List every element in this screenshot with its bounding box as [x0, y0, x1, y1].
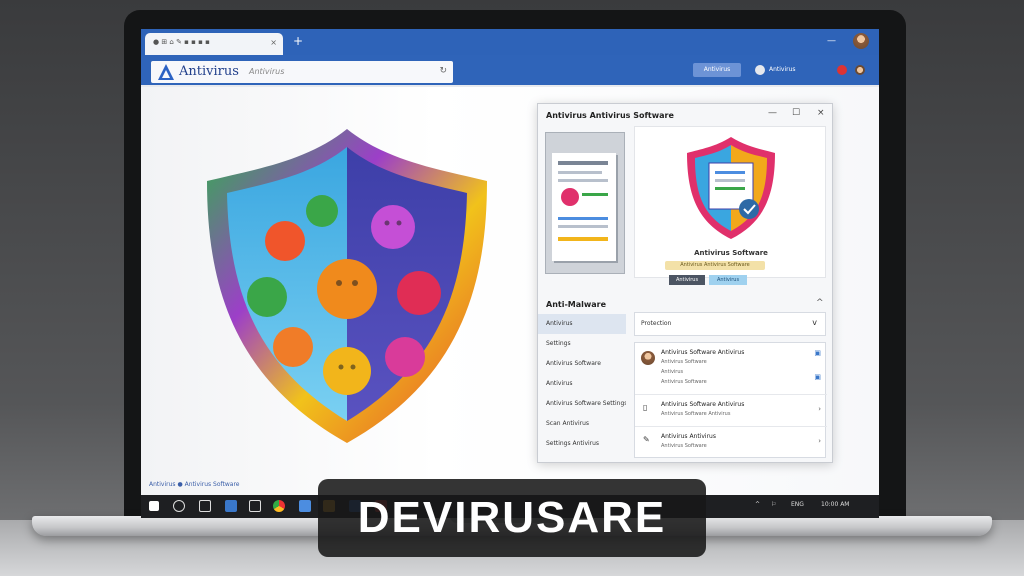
- collapse-chevron-icon[interactable]: ^: [816, 298, 824, 308]
- dialog-minimize-icon[interactable]: —: [768, 108, 777, 118]
- list-item-subtitle: Antivirus Software: [661, 443, 707, 449]
- section-title: Anti-Malware: [546, 300, 607, 309]
- tab-close-icon[interactable]: ×: [270, 38, 277, 47]
- app-icon[interactable]: [299, 500, 311, 512]
- browser-tab[interactable]: ● ⊞ ⌂ ✎ ▪ ▪ ▪ ▪ ×: [145, 33, 283, 55]
- sidebar-item-antivirus-2[interactable]: Antivirus: [538, 374, 626, 394]
- browser-icon[interactable]: [273, 500, 285, 512]
- list-item-subtitle: Antivirus Software Antivirus: [661, 411, 731, 417]
- search-icon[interactable]: [173, 500, 185, 512]
- preview-panel: Antivirus Software Antivirus Antivirus S…: [634, 126, 826, 285]
- chevron-right-icon[interactable]: ›: [818, 405, 821, 413]
- chevron-right-icon[interactable]: ›: [818, 437, 821, 445]
- minimize-icon[interactable]: —: [827, 36, 836, 46]
- sidebar-item-antivirus[interactable]: Antivirus: [538, 314, 626, 334]
- logo-text: Antivirus: [179, 64, 239, 79]
- dropdown-label: Protection: [641, 320, 672, 327]
- list-item-title: Antivirus Software Antivirus: [661, 349, 745, 356]
- list-item-title: Antivirus Antivirus: [661, 433, 716, 440]
- notification-icon[interactable]: [755, 65, 765, 75]
- tray-expand-icon[interactable]: ^: [755, 501, 760, 508]
- tab-label: ● ⊞ ⌂ ✎ ▪ ▪ ▪ ▪: [153, 38, 210, 46]
- list-item[interactable]: ▯ Antivirus Software Antivirus Antivirus…: [635, 395, 827, 427]
- chevron-down-icon: v: [812, 318, 817, 327]
- list-item-subtitle: Antivirus: [661, 369, 684, 375]
- shield-document-icon: [687, 137, 775, 239]
- sidebar-item-software[interactable]: Antivirus Software: [538, 354, 626, 374]
- document-page: [552, 153, 616, 261]
- preview-banner: Antivirus Antivirus Software: [665, 261, 765, 270]
- caption-overlay: DEVIRUSARE: [318, 479, 706, 557]
- task-view-icon[interactable]: [199, 500, 211, 512]
- laptop-screen: ● ⊞ ⌂ ✎ ▪ ▪ ▪ ▪ × + — Antivirus Antiviru…: [141, 29, 879, 518]
- dialog-maximize-icon[interactable]: ☐: [792, 108, 800, 118]
- caption-text: DEVIRUSARE: [357, 493, 667, 542]
- antivirus-dialog: Antivirus Antivirus Software — ☐ × Antiv…: [537, 103, 833, 463]
- scan-document-icon: [558, 161, 608, 241]
- list-item-title: Antivirus Software Antivirus: [661, 401, 745, 408]
- clock[interactable]: 10:00 AM: [821, 501, 849, 508]
- preview-title: Antivirus Software: [694, 249, 768, 257]
- page-content: Antivirus Antivirus Software — ☐ × Antiv…: [141, 87, 879, 495]
- network-icon[interactable]: ⚐: [771, 501, 776, 508]
- toolbar-button[interactable]: Antivirus: [693, 63, 741, 77]
- browser-tab-bar: ● ⊞ ⌂ ✎ ▪ ▪ ▪ ▪ × + —: [141, 29, 879, 55]
- document-icon: ▯: [643, 403, 648, 412]
- dialog-title: Antivirus Antivirus Software: [546, 111, 674, 120]
- list-item-subtitle: Antivirus Software: [661, 359, 707, 365]
- preview-primary-button[interactable]: Antivirus: [669, 275, 705, 285]
- sidebar-item-software-settings[interactable]: Antivirus Software Settings: [538, 394, 626, 414]
- dialog-close-icon[interactable]: ×: [817, 108, 825, 118]
- app-icon[interactable]: [249, 500, 261, 512]
- preview-secondary-button[interactable]: Antivirus: [709, 275, 747, 285]
- avatar: [641, 351, 655, 365]
- edit-icon: ✎: [643, 435, 650, 444]
- info-icon[interactable]: ▣: [814, 349, 821, 357]
- profile-avatar[interactable]: [855, 65, 865, 75]
- footer-note: Antivirus ● Antivirus Software: [149, 481, 240, 488]
- protection-list: Antivirus Software Antivirus Antivirus S…: [634, 342, 827, 459]
- list-item[interactable]: ✎ Antivirus Antivirus Antivirus Software…: [635, 427, 827, 459]
- antivirus-logo-icon: [158, 64, 174, 80]
- app-icon[interactable]: [225, 500, 237, 512]
- start-icon[interactable]: [149, 501, 159, 511]
- shield-virus-illustration: [207, 129, 487, 443]
- list-item-subtitle: Antivirus Software: [661, 379, 707, 385]
- record-icon[interactable]: [837, 65, 847, 75]
- new-tab-button[interactable]: +: [293, 34, 303, 48]
- toolbar-link-1[interactable]: Antivirus: [769, 66, 796, 73]
- dialog-sidebar: Antivirus Settings Antivirus Software An…: [538, 312, 626, 464]
- info-icon[interactable]: ▣: [814, 373, 821, 381]
- sidebar-item-settings-2[interactable]: Settings Antivirus: [538, 434, 626, 454]
- app-toolbar: Antivirus Antivirus ↻ Antivirus Antiviru…: [141, 55, 879, 87]
- address-bar[interactable]: Antivirus Antivirus ↻: [151, 61, 453, 83]
- address-text: Antivirus: [249, 67, 285, 76]
- refresh-icon[interactable]: ↻: [439, 66, 447, 76]
- list-item[interactable]: Antivirus Software Antivirus Antivirus S…: [635, 343, 827, 395]
- user-avatar[interactable]: [853, 33, 869, 49]
- protection-dropdown[interactable]: Protection v: [634, 312, 826, 336]
- sidebar-item-settings[interactable]: Settings: [538, 334, 626, 354]
- language-indicator[interactable]: ENG: [791, 501, 804, 508]
- document-thumbnail[interactable]: [545, 132, 625, 274]
- sidebar-item-scan[interactable]: Scan Antivirus: [538, 414, 626, 434]
